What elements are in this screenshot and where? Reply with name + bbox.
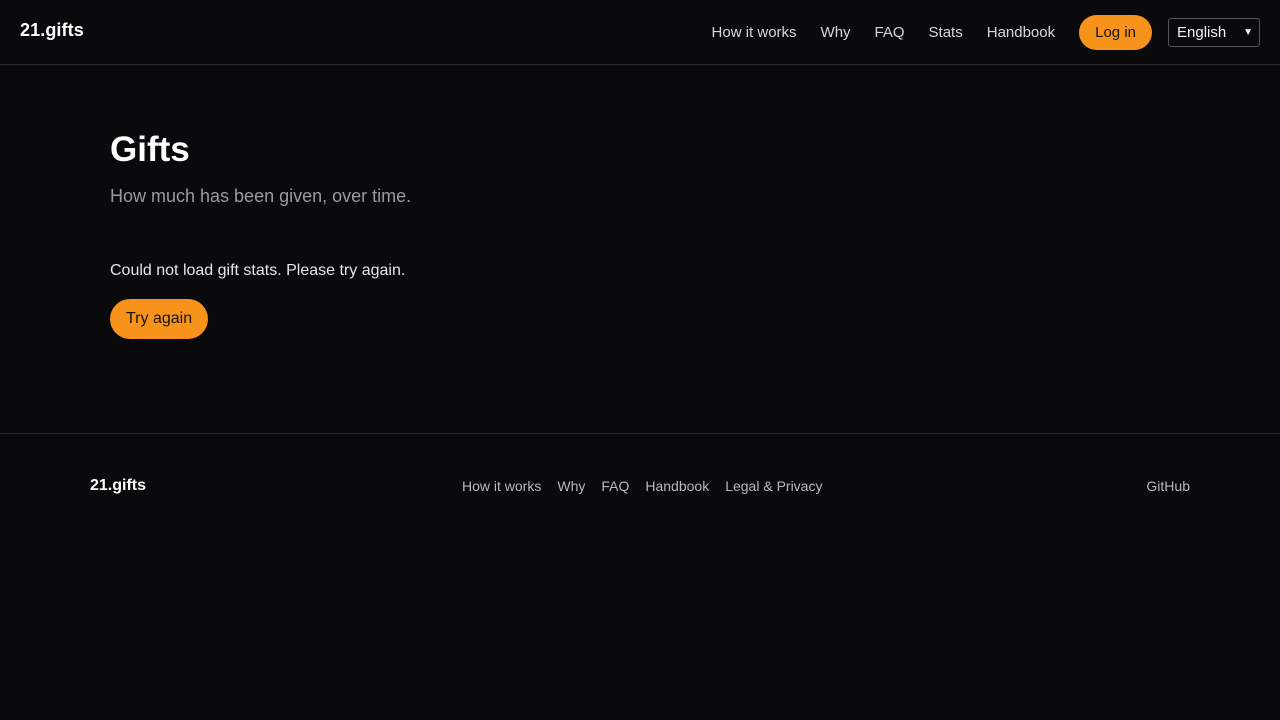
language-select[interactable]: English ▼ — [1168, 17, 1260, 47]
footer-links: How it works Why FAQ Handbook Legal & Pr… — [462, 478, 838, 494]
main-nav: How it works Why FAQ Stats Handbook Log … — [712, 14, 1260, 50]
error-message: Could not load gift stats. Please try ag… — [110, 262, 406, 279]
try-again-button[interactable]: Try again — [110, 299, 209, 339]
nav-link-why[interactable]: Why — [821, 24, 851, 41]
page-title: Gifts — [110, 130, 190, 169]
footer-brand[interactable]: 21.gifts — [90, 477, 146, 495]
nav-link-faq[interactable]: FAQ — [875, 24, 905, 41]
chevron-down-icon: ▼ — [1243, 26, 1253, 38]
footer-link-github[interactable]: GitHub — [1146, 478, 1190, 494]
brand-logo-link[interactable]: 21.gifts — [20, 20, 84, 41]
nav-link-how-it-works[interactable]: How it works — [712, 24, 797, 41]
nav-link-handbook[interactable]: Handbook — [987, 24, 1055, 41]
footer-link-why[interactable]: Why — [557, 478, 585, 494]
footer-link-legal-privacy[interactable]: Legal & Privacy — [725, 478, 822, 494]
nav-link-stats[interactable]: Stats — [929, 24, 963, 41]
footer-link-handbook[interactable]: Handbook — [645, 478, 709, 494]
language-select-value: English — [1177, 23, 1227, 41]
main-content: Gifts How much has been given, over time… — [110, 130, 1010, 339]
footer-link-how-it-works[interactable]: How it works — [462, 478, 541, 494]
site-footer: 21.gifts How it works Why FAQ Handbook L… — [0, 433, 1280, 538]
top-navigation-bar: 21.gifts How it works Why FAQ Stats Hand… — [0, 0, 1280, 65]
login-button[interactable]: Log in — [1079, 14, 1152, 50]
page-subtitle: How much has been given, over time. — [110, 186, 412, 206]
footer-link-faq[interactable]: FAQ — [601, 478, 629, 494]
